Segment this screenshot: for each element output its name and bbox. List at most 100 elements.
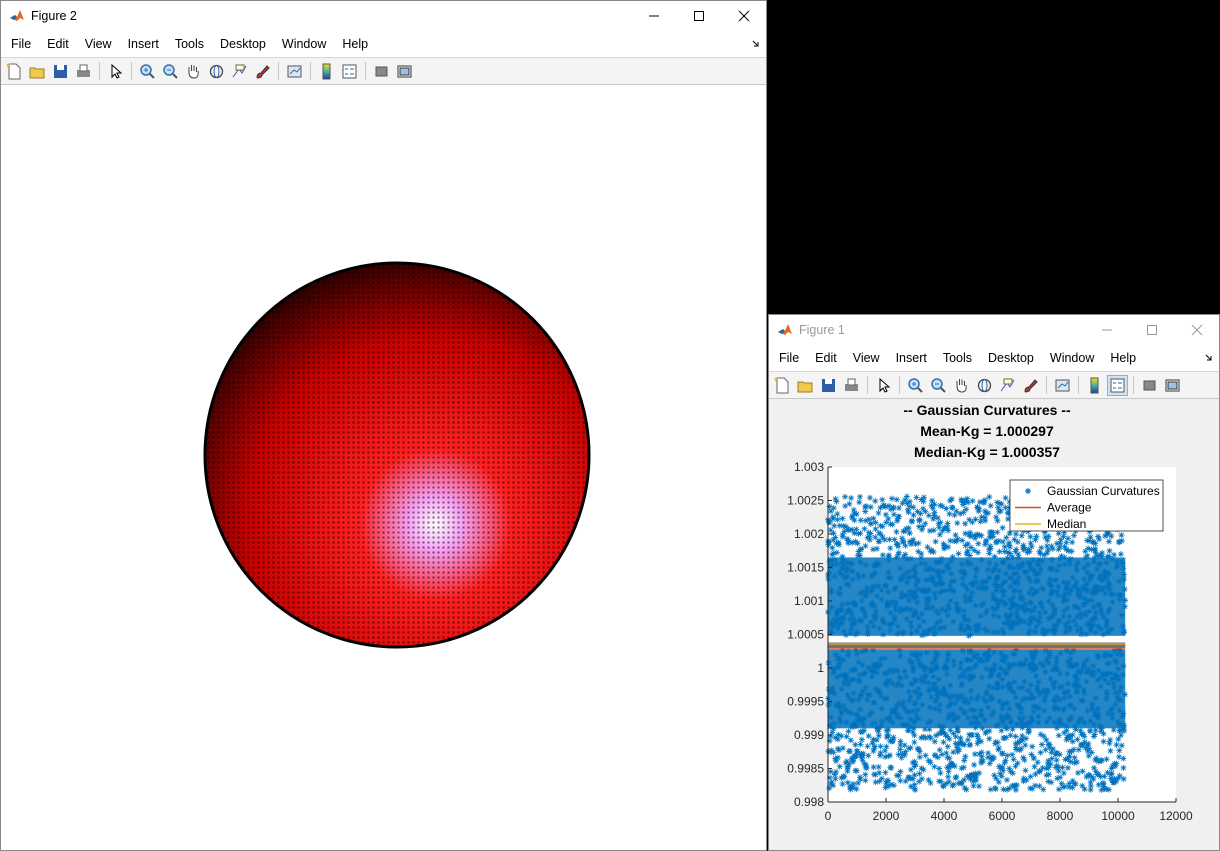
scatter-point [902, 542, 909, 549]
link-plot-button[interactable] [285, 62, 304, 81]
close-button[interactable] [721, 1, 766, 31]
data-cursor-icon [232, 64, 247, 77]
zoom-in-button[interactable] [906, 376, 925, 395]
select-arrow-button[interactable] [874, 376, 893, 395]
scatter-point [995, 779, 1002, 786]
scatter-point [836, 763, 843, 770]
new-file-button[interactable] [773, 376, 792, 395]
scatter-point [944, 743, 951, 750]
figure1-titlebar[interactable]: Figure 1 [769, 315, 1219, 345]
maximize-button[interactable] [676, 1, 721, 31]
menu-insert[interactable]: Insert [120, 37, 167, 51]
scatter-point [1118, 732, 1125, 739]
hide-plot-tools-button[interactable] [1140, 376, 1159, 395]
show-plot-tools-button[interactable] [1163, 376, 1182, 395]
figure1-window: Figure 1 File Edit View Insert Tools Des… [768, 314, 1220, 851]
menu-insert[interactable]: Insert [888, 351, 935, 365]
print-icon [845, 378, 858, 391]
new-file-button[interactable] [5, 62, 24, 81]
brush-button[interactable] [253, 62, 272, 81]
scatter-point [1044, 550, 1051, 557]
hide-plot-tools-button[interactable] [372, 62, 391, 81]
rotate-3d-button[interactable] [975, 376, 994, 395]
toolbar-separator [1046, 376, 1047, 394]
y-tick-label: 0.999 [794, 728, 824, 742]
data-cursor-button[interactable] [998, 376, 1017, 395]
link-plot-button[interactable] [1053, 376, 1072, 395]
scatter-point [1010, 756, 1017, 763]
menu-desktop[interactable]: Desktop [212, 37, 274, 51]
brush-button[interactable] [1021, 376, 1040, 395]
menu-file[interactable]: File [771, 351, 807, 365]
show-plot-tools-button[interactable] [395, 62, 414, 81]
print-button[interactable] [842, 376, 861, 395]
zoom-out-button[interactable] [161, 62, 180, 81]
minimize-button[interactable] [631, 1, 676, 31]
scatter-point [1042, 534, 1049, 541]
scatter-point [965, 499, 972, 506]
close-icon [738, 10, 749, 22]
scatter-point [910, 504, 917, 511]
open-file-button[interactable] [796, 376, 815, 395]
scatter-point [887, 545, 894, 552]
scatter-point [864, 743, 871, 750]
figure2-titlebar[interactable]: Figure 2 [1, 1, 766, 31]
scatter-point [1036, 768, 1043, 775]
scatter-point [953, 773, 960, 780]
toolbar-separator [1133, 376, 1134, 394]
data-cursor-button[interactable] [230, 62, 249, 81]
zoom-out-button[interactable] [929, 376, 948, 395]
toolbar-separator [278, 62, 279, 80]
save-button[interactable] [51, 62, 70, 81]
menu-help[interactable]: Help [1102, 351, 1144, 365]
menu-window[interactable]: Window [1042, 351, 1102, 365]
scatter-point [994, 529, 1001, 536]
zoom-in-button[interactable] [138, 62, 157, 81]
select-arrow-icon [879, 377, 891, 393]
scatter-point [830, 530, 837, 537]
dock-arrow-icon[interactable] [1205, 354, 1213, 362]
menu-desktop[interactable]: Desktop [980, 351, 1042, 365]
maximize-button[interactable] [1129, 315, 1174, 345]
save-button[interactable] [819, 376, 838, 395]
menu-file[interactable]: File [3, 37, 39, 51]
print-button[interactable] [74, 62, 93, 81]
scatter-point [906, 530, 913, 537]
y-tick-label: 0.9985 [787, 762, 824, 776]
y-tick-label: 1.0005 [787, 628, 824, 642]
select-arrow-button[interactable] [106, 62, 125, 81]
close-button[interactable] [1174, 315, 1219, 345]
scatter-point [1046, 741, 1053, 748]
scatter-point [1038, 544, 1045, 551]
scatter-point [991, 784, 998, 791]
dock-arrow-icon[interactable] [752, 40, 760, 48]
open-file-button[interactable] [28, 62, 47, 81]
pan-hand-button[interactable] [184, 62, 203, 81]
figure1-menubar: File Edit View Insert Tools Desktop Wind… [769, 345, 1219, 371]
menu-edit[interactable]: Edit [39, 37, 77, 51]
colorbar-button[interactable] [1085, 376, 1104, 395]
scatter-point [1012, 530, 1019, 537]
figure2-plot-area[interactable] [1, 85, 766, 850]
scatter-point [1053, 757, 1060, 764]
menu-edit[interactable]: Edit [807, 351, 845, 365]
pan-hand-button[interactable] [952, 376, 971, 395]
colorbar-button[interactable] [317, 62, 336, 81]
menu-view[interactable]: View [77, 37, 120, 51]
legend-button[interactable] [340, 62, 359, 81]
menu-window[interactable]: Window [274, 37, 334, 51]
scatter-point [963, 506, 970, 513]
rotate-3d-button[interactable] [207, 62, 226, 81]
minimize-button[interactable] [1084, 315, 1129, 345]
menu-tools[interactable]: Tools [167, 37, 212, 51]
menu-help[interactable]: Help [334, 37, 376, 51]
menu-tools[interactable]: Tools [935, 351, 980, 365]
legend-button[interactable] [1107, 374, 1128, 396]
scatter-point [952, 733, 959, 740]
scatter-point [948, 495, 955, 502]
scatter-point [1029, 743, 1036, 750]
menu-view[interactable]: View [845, 351, 888, 365]
figure1-plot-area[interactable]: -- Gaussian Curvatures -- Mean-Kg = 1.000… [769, 399, 1219, 850]
scatter-point [870, 748, 877, 755]
scatter-point [1027, 785, 1034, 792]
